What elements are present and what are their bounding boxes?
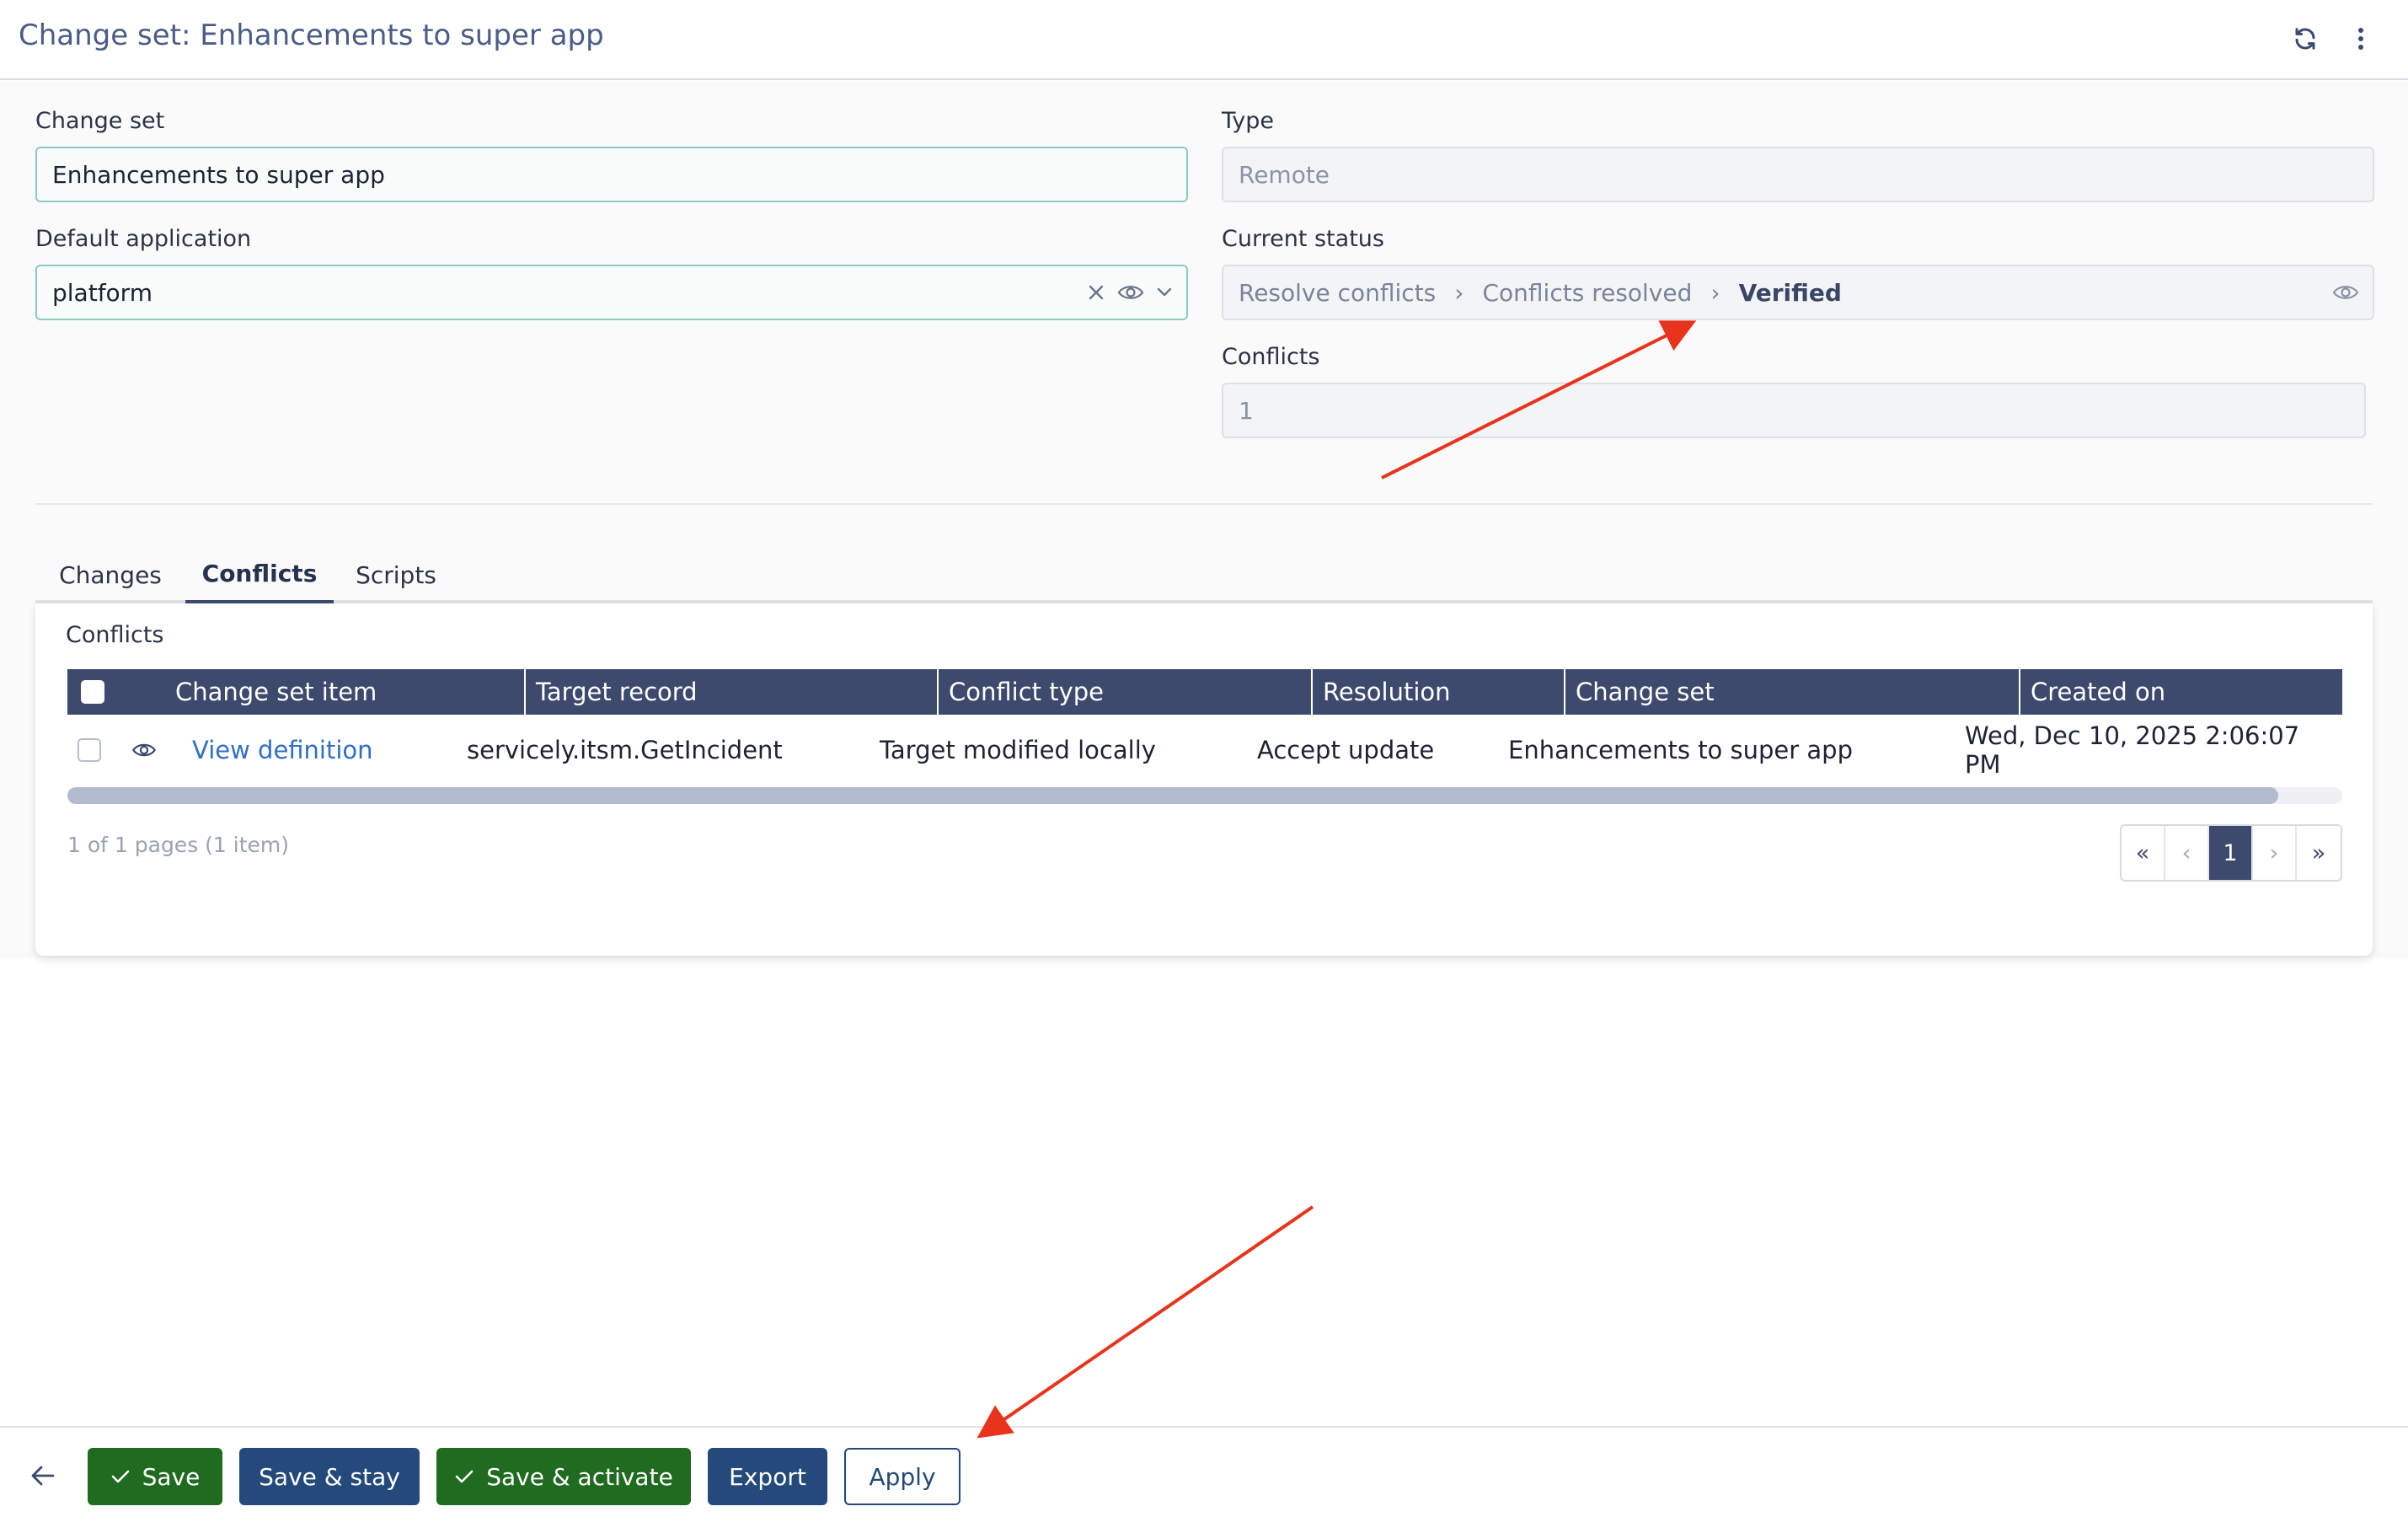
change-set-cell: Enhancements to super app	[1508, 736, 1853, 764]
table-row: View definition servicely.itsm.GetIncide…	[67, 715, 2342, 785]
row-select-cell	[78, 715, 101, 785]
conflicts-count-value: 1	[1239, 396, 1254, 425]
resolution-cell: Accept update	[1257, 736, 1435, 764]
last-page-button[interactable]: »	[2297, 826, 2341, 880]
conflicts-count-field: 1	[1222, 383, 2366, 438]
change-set-label: Change set	[35, 108, 165, 134]
footer-toolbar: Save Save & stay Save & activate Export …	[0, 1426, 2408, 1517]
current-status-label: Current status	[1222, 226, 1384, 252]
column-header-target-record[interactable]: Target record	[526, 669, 939, 715]
default-application-field[interactable]: platform	[35, 265, 1188, 320]
tab-conflicts[interactable]: Conflicts	[185, 546, 334, 605]
conflicts-label: Conflicts	[1222, 344, 1320, 370]
target-record-cell: servicely.itsm.GetIncident	[467, 736, 783, 764]
created-on-cell: Wed, Dec 10, 2025 2:06:07 PM	[1965, 721, 2300, 779]
column-header-resolution[interactable]: Resolution	[1313, 669, 1565, 715]
select-all-checkbox[interactable]	[81, 680, 104, 704]
clear-icon[interactable]	[1087, 283, 1105, 302]
change-set-item-cell: View definition	[192, 715, 373, 785]
page-1-button[interactable]: 1	[2209, 826, 2253, 880]
save-button[interactable]: Save	[88, 1448, 222, 1505]
change-set-input[interactable]: Enhancements to super app	[35, 147, 1188, 202]
save-activate-button[interactable]: Save & activate	[436, 1448, 691, 1505]
eye-icon[interactable]	[1117, 283, 1144, 302]
vertical-dots-icon[interactable]	[2342, 20, 2379, 57]
pager-info: 1 of 1 pages (1 item)	[67, 833, 290, 857]
save-stay-button-label: Save & stay	[259, 1462, 400, 1491]
first-page-button[interactable]: «	[2122, 826, 2165, 880]
chevron-down-icon[interactable]	[1156, 287, 1173, 298]
change-set-value: Enhancements to super app	[52, 160, 385, 189]
breadcrumb-separator: ›	[1710, 278, 1720, 307]
apply-button-label: Apply	[869, 1462, 936, 1491]
tab-bar: Changes Conflicts Scripts	[35, 546, 2373, 605]
column-header-created-on[interactable]: Created on	[2020, 669, 2342, 715]
default-application-label: Default application	[35, 226, 252, 252]
conflicts-table: Change set item Target record Conflict t…	[67, 669, 2342, 804]
row-eye-icon-cell	[131, 715, 157, 785]
refresh-icon[interactable]	[2287, 20, 2324, 57]
check-icon	[454, 1463, 474, 1491]
type-field: Remote	[1222, 147, 2374, 202]
page-header: Change set: Enhancements to super app	[0, 0, 2408, 80]
row-checkbox[interactable]	[78, 738, 101, 762]
type-label: Type	[1222, 108, 1275, 134]
horizontal-scrollbar[interactable]	[67, 787, 2342, 804]
save-activate-button-label: Save & activate	[486, 1462, 673, 1491]
save-button-label: Save	[142, 1462, 201, 1491]
next-page-button[interactable]: ›	[2253, 826, 2297, 880]
scrollbar-thumb[interactable]	[67, 787, 2278, 804]
tab-changes[interactable]: Changes	[35, 546, 185, 603]
apply-button[interactable]: Apply	[844, 1448, 961, 1505]
page-title: Change set: Enhancements to super app	[19, 19, 604, 52]
view-definition-link[interactable]: View definition	[192, 736, 373, 764]
tab-scripts[interactable]: Scripts	[334, 546, 458, 603]
previous-page-button[interactable]: ‹	[2165, 826, 2209, 880]
save-stay-button[interactable]: Save & stay	[239, 1448, 420, 1505]
pagination: « ‹ 1 › »	[2120, 824, 2342, 882]
select-all-cell	[67, 669, 130, 715]
export-button-label: Export	[729, 1462, 806, 1491]
column-header-conflict-type[interactable]: Conflict type	[939, 669, 1313, 715]
status-step-conflicts-resolved: Conflicts resolved	[1482, 278, 1693, 307]
arrow-left-icon[interactable]	[24, 1456, 62, 1495]
table-header: Change set item Target record Conflict t…	[67, 669, 2342, 715]
check-icon	[110, 1463, 131, 1491]
breadcrumb-separator: ›	[1454, 278, 1464, 307]
column-header-change-set-item[interactable]: Change set item	[130, 669, 526, 715]
type-value: Remote	[1239, 160, 1330, 189]
export-button[interactable]: Export	[708, 1448, 827, 1505]
conflict-type-cell: Target modified locally	[880, 736, 1156, 764]
section-divider	[35, 503, 2373, 505]
annotation-arrow-to-apply	[977, 1205, 1314, 1439]
column-header-change-set[interactable]: Change set	[1565, 669, 2020, 715]
status-step-verified: Verified	[1738, 278, 1842, 307]
conflicts-panel-title: Conflicts	[66, 622, 164, 648]
current-status-field: Resolve conflicts › Conflicts resolved ›…	[1222, 265, 2374, 320]
eye-icon[interactable]	[2332, 283, 2359, 302]
conflicts-panel: Conflicts Change set item Target record …	[35, 603, 2373, 956]
status-step-resolve-conflicts: Resolve conflicts	[1239, 278, 1437, 307]
eye-icon[interactable]	[131, 736, 157, 764]
default-application-value: platform	[52, 278, 153, 307]
